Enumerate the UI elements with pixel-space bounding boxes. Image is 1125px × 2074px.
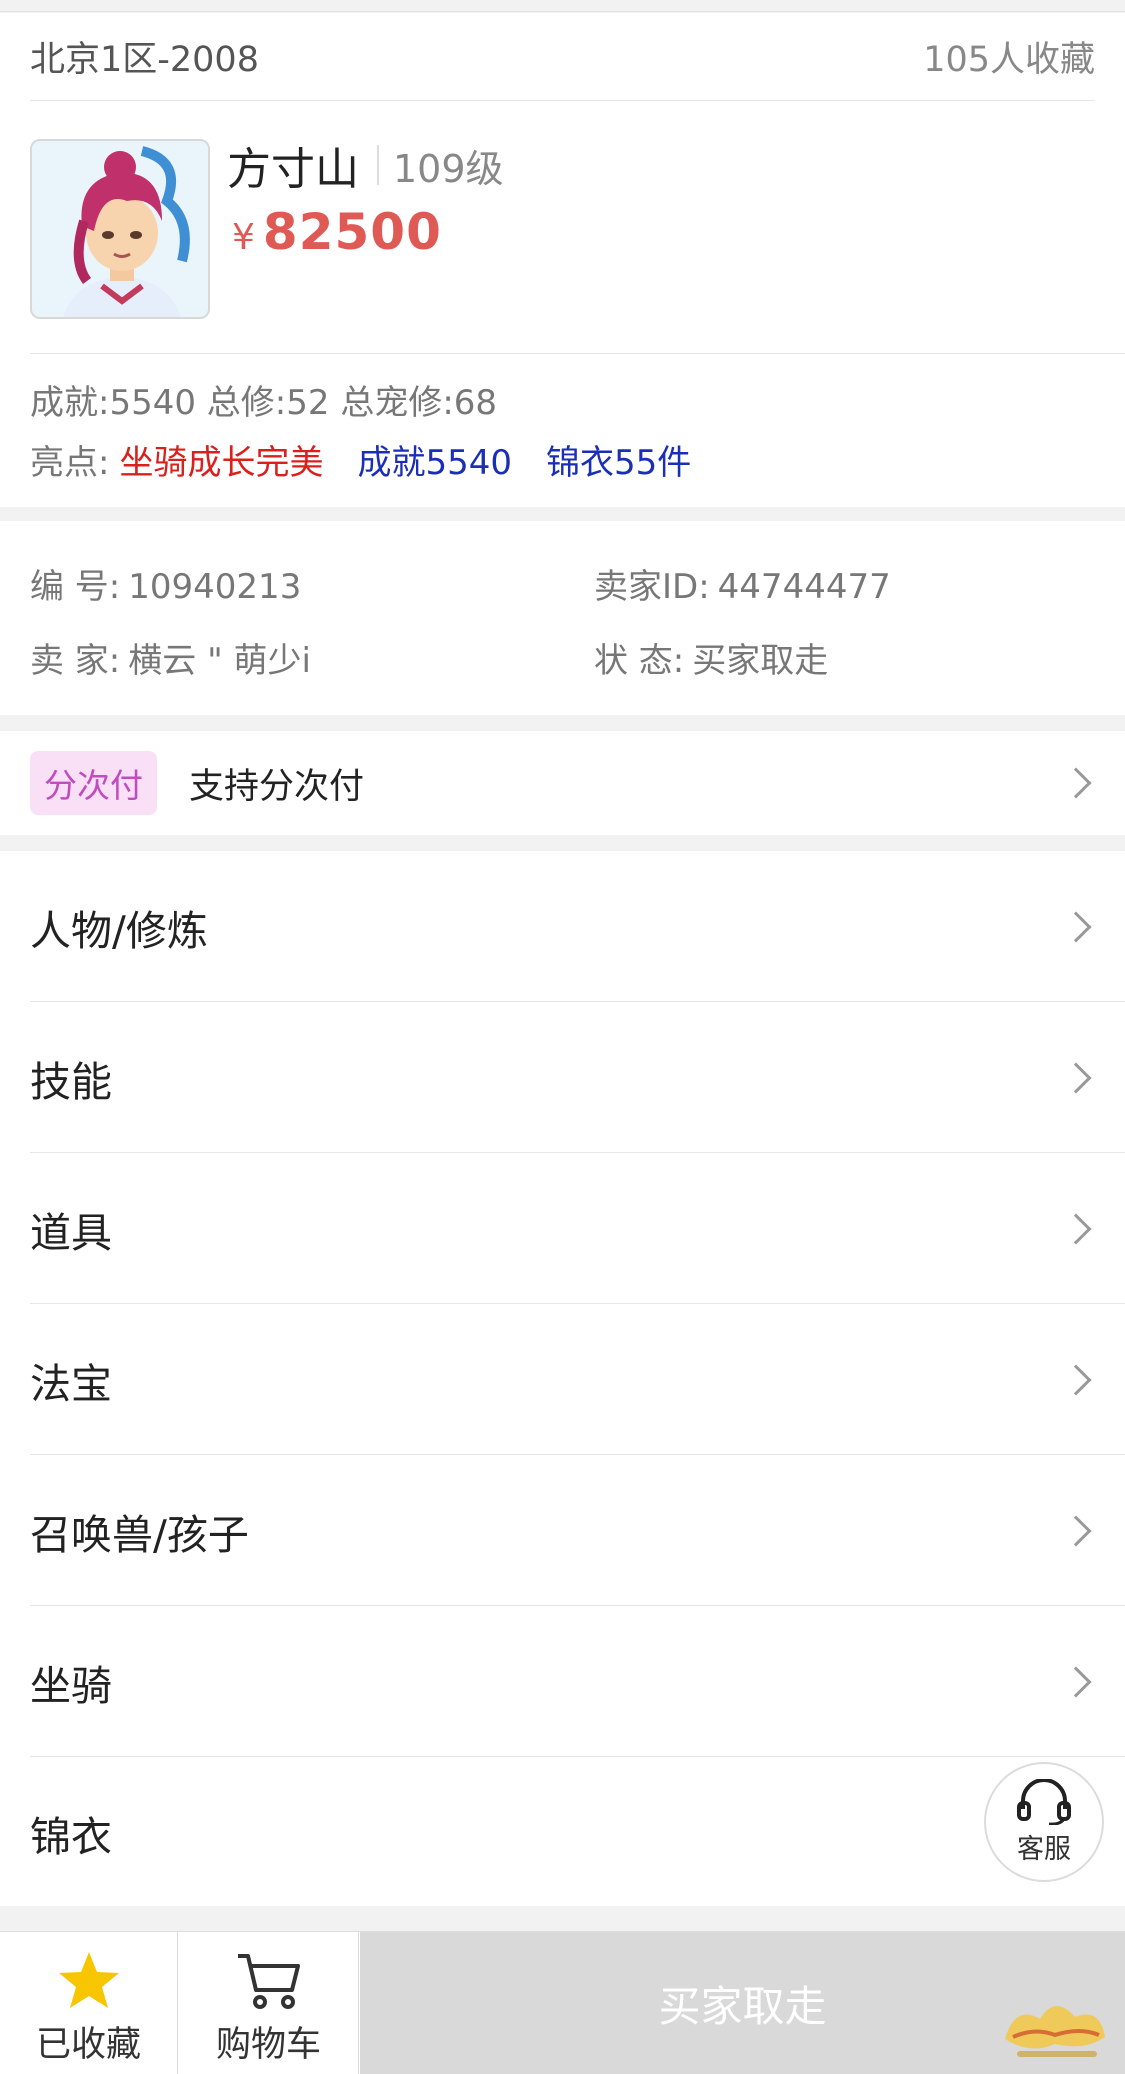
headset-icon — [1017, 1778, 1071, 1825]
seller-label: 卖 家: — [30, 641, 121, 681]
detail-menu: 人物/修炼 技能 道具 法宝 召唤兽/孩子 坐骑 锦衣 — [0, 851, 1125, 1906]
seller-value: 横云 " 萌少i — [128, 641, 311, 681]
highlights-label: 亮点: — [30, 443, 110, 483]
listing-header-card: 北京1区-2008 105人收藏 方寸山 109级 ¥ 82500 成就:554… — [0, 13, 1125, 507]
listing-number: 编 号: 10940213 — [30, 559, 301, 608]
character-name-line: 方寸山 109级 — [227, 137, 504, 195]
menu-item-mount[interactable]: 坐骑 — [0, 1606, 1125, 1757]
server-row: 北京1区-2008 105人收藏 — [30, 13, 1095, 101]
purchase-action-label: 买家取走 — [658, 1982, 827, 2031]
menu-item-outfit[interactable]: 锦衣 — [0, 1757, 1125, 1908]
listing-number-value: 10940213 — [128, 567, 302, 607]
installment-text: 支持分次付 — [189, 766, 365, 807]
currency-symbol: ¥ — [232, 217, 255, 258]
favorite-button[interactable]: 已收藏 — [0, 1932, 178, 2074]
menu-item-label: 召唤兽/孩子 — [30, 1510, 249, 1559]
chevron-right-icon — [1060, 1363, 1092, 1396]
menu-item-skills[interactable]: 技能 — [0, 1002, 1125, 1153]
status: 状 态: 买家取走 — [594, 633, 828, 682]
name-divider — [377, 145, 379, 185]
menu-item-items[interactable]: 道具 — [0, 1153, 1125, 1304]
favorite-count: 105人收藏 — [923, 40, 1095, 80]
highlight-tag: 锦衣55件 — [546, 443, 692, 483]
chevron-right-icon — [1060, 767, 1092, 799]
menu-item-pets[interactable]: 召唤兽/孩子 — [0, 1455, 1125, 1606]
seller-id-value: 44744477 — [717, 567, 891, 607]
status-label: 状 态: — [594, 641, 685, 681]
customer-service-button[interactable]: 客服 — [984, 1762, 1104, 1882]
menu-item-label: 锦衣 — [30, 1812, 112, 1861]
cart-label: 购物车 — [215, 2025, 321, 2065]
menu-item-character[interactable]: 人物/修炼 — [0, 851, 1125, 1002]
chevron-right-icon — [1060, 1665, 1092, 1698]
listing-number-label: 编 号: — [30, 567, 121, 607]
chevron-right-icon — [1060, 910, 1092, 943]
purchase-action-button[interactable]: 买家取走 — [360, 1932, 1125, 2074]
menu-item-label: 技能 — [30, 1057, 112, 1106]
stats-line: 成就:5540 总修:52 总宠修:68 — [30, 383, 498, 423]
highlights-line: 亮点: 坐骑成长完美 成就5540 锦衣55件 — [30, 435, 725, 484]
favorite-label: 已收藏 — [35, 2025, 141, 2065]
menu-item-label: 坐骑 — [30, 1661, 112, 1710]
game-logo-watermark — [1005, 2005, 1105, 2057]
customer-service-label: 客服 — [1017, 1833, 1071, 1865]
star-icon — [58, 1952, 119, 2008]
cart-button[interactable]: 购物车 — [179, 1932, 359, 2074]
price-value: 82500 — [262, 203, 442, 261]
chevron-right-icon — [1060, 1514, 1092, 1547]
top-strip — [0, 0, 1125, 12]
seller-id: 卖家ID: 44744477 — [594, 559, 891, 608]
character-level: 109级 — [393, 146, 504, 191]
installment-row[interactable]: 分次付 支持分次付 — [0, 731, 1125, 835]
listing-info-card: 编 号: 10940213 卖家ID: 44744477 卖 家: 横云 " 萌少i … — [0, 521, 1125, 715]
highlight-tag: 成就5540 — [357, 443, 512, 483]
chevron-right-icon — [1060, 1061, 1092, 1094]
character-avatar[interactable] — [30, 139, 210, 319]
menu-item-label: 人物/修炼 — [30, 906, 208, 955]
highlight-tag: 坐骑成长完美 — [119, 443, 324, 483]
price-line: ¥ 82500 — [232, 203, 442, 261]
bottom-action-bar: 已收藏 购物车 买家取走 — [0, 1931, 1125, 2074]
menu-item-label: 道具 — [30, 1208, 112, 1257]
character-school: 方寸山 — [227, 144, 359, 195]
character-row: 方寸山 109级 ¥ 82500 — [30, 101, 1125, 354]
status-value: 买家取走 — [692, 641, 829, 681]
seller: 卖 家: 横云 " 萌少i — [30, 633, 311, 682]
seller-id-label: 卖家ID: — [594, 567, 710, 607]
server-name: 北京1区-2008 — [30, 40, 259, 80]
menu-item-label: 法宝 — [30, 1359, 112, 1408]
installment-badge: 分次付 — [30, 751, 157, 815]
menu-item-treasure[interactable]: 法宝 — [0, 1304, 1125, 1455]
chevron-right-icon — [1060, 1212, 1092, 1245]
cart-icon — [237, 1954, 300, 2009]
